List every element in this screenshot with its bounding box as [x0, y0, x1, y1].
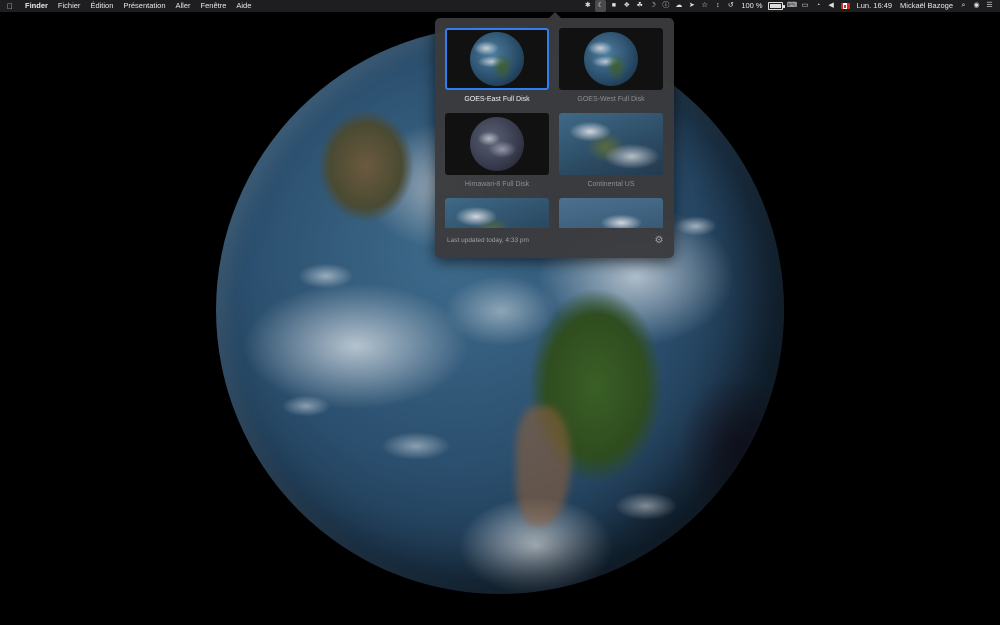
downlink-icon[interactable]: ☾ — [595, 0, 607, 12]
menubar-clock[interactable]: Lun. 16:49 — [853, 0, 896, 12]
fantastical-icon[interactable]: ☆ — [699, 0, 710, 12]
earth-disk-image — [584, 32, 638, 86]
menu-edition[interactable]: Édition — [85, 0, 118, 12]
view-thumbnail — [445, 113, 549, 175]
view-thumbnail — [445, 198, 549, 228]
menu-app-name[interactable]: Finder — [20, 0, 53, 12]
view-tile-label: Continental US — [587, 181, 635, 188]
view-thumbnail — [559, 198, 663, 228]
cloud-icon[interactable]: ☁ — [673, 0, 684, 12]
keyboard-icon[interactable]: ⌨ — [787, 0, 798, 12]
menubar-user[interactable]: Mickaël Bazoge — [896, 0, 957, 12]
last-updated-text: Last updated today, 4:33 pm — [447, 237, 529, 244]
bird-icon[interactable]: ➤ — [686, 0, 697, 12]
info-icon[interactable]: ⓘ — [660, 0, 671, 12]
view-thumbnail — [445, 28, 549, 90]
menu-bar:  Finder Fichier Édition Présentation Al… — [0, 0, 1000, 12]
view-tile-regional-2[interactable] — [559, 198, 663, 228]
view-tile-label: Himawari-8 Full Disk — [464, 181, 530, 188]
menu-aller[interactable]: Aller — [171, 0, 196, 12]
view-thumbnail — [559, 113, 663, 175]
earth-disk-image — [470, 117, 524, 171]
view-tile-label: GOES-West Full Disk — [577, 96, 645, 103]
time-machine-icon[interactable]: ↺ — [725, 0, 736, 12]
dropbox-icon[interactable]: ❖ — [621, 0, 632, 12]
notification-center-icon[interactable]: ☰ — [984, 0, 995, 12]
spotlight-icon[interactable]: ⌕ — [958, 0, 969, 12]
battery-percent: 100 % — [741, 1, 763, 10]
menu-fichier[interactable]: Fichier — [53, 0, 86, 12]
menu-presentation[interactable]: Présentation — [118, 0, 170, 12]
view-thumbnail — [559, 28, 663, 90]
view-grid: GOES-East Full Disk GOES-West Full Disk … — [435, 18, 674, 228]
bluetooth-icon[interactable]: ✱ — [582, 0, 593, 12]
battery-icon[interactable] — [767, 2, 785, 10]
earth-disk-image — [470, 32, 524, 86]
moon-icon[interactable]: ☽ — [647, 0, 658, 12]
wifi-icon[interactable]: ◔ — [813, 0, 824, 12]
flag-icon[interactable] — [840, 3, 850, 9]
siri-icon[interactable]: ◉ — [971, 0, 982, 12]
view-tile-himawari[interactable]: Himawari-8 Full Disk — [445, 113, 549, 188]
satellite-view-popover: GOES-East Full Disk GOES-West Full Disk … — [435, 12, 674, 258]
network-icon[interactable]: ↕ — [712, 0, 723, 12]
chat-icon[interactable]: ■ — [608, 0, 619, 12]
view-tile-label: GOES-East Full Disk — [464, 96, 530, 103]
apple-menu-icon[interactable]:  — [0, 2, 20, 11]
view-tile-continental-us[interactable]: Continental US — [559, 113, 663, 188]
menu-fenetre[interactable]: Fenêtre — [196, 0, 232, 12]
view-tile-regional-1[interactable] — [445, 198, 549, 228]
evernote-icon[interactable]: ☘ — [634, 0, 645, 12]
view-tile-goes-east[interactable]: GOES-East Full Disk — [445, 28, 549, 103]
view-tile-goes-west[interactable]: GOES-West Full Disk — [559, 28, 663, 103]
airplay-icon[interactable]: ▭ — [800, 0, 811, 12]
gear-icon[interactable]: ⚙ — [654, 236, 664, 246]
menu-aide[interactable]: Aide — [231, 0, 256, 12]
volume-icon[interactable]: ◀ — [826, 0, 837, 12]
